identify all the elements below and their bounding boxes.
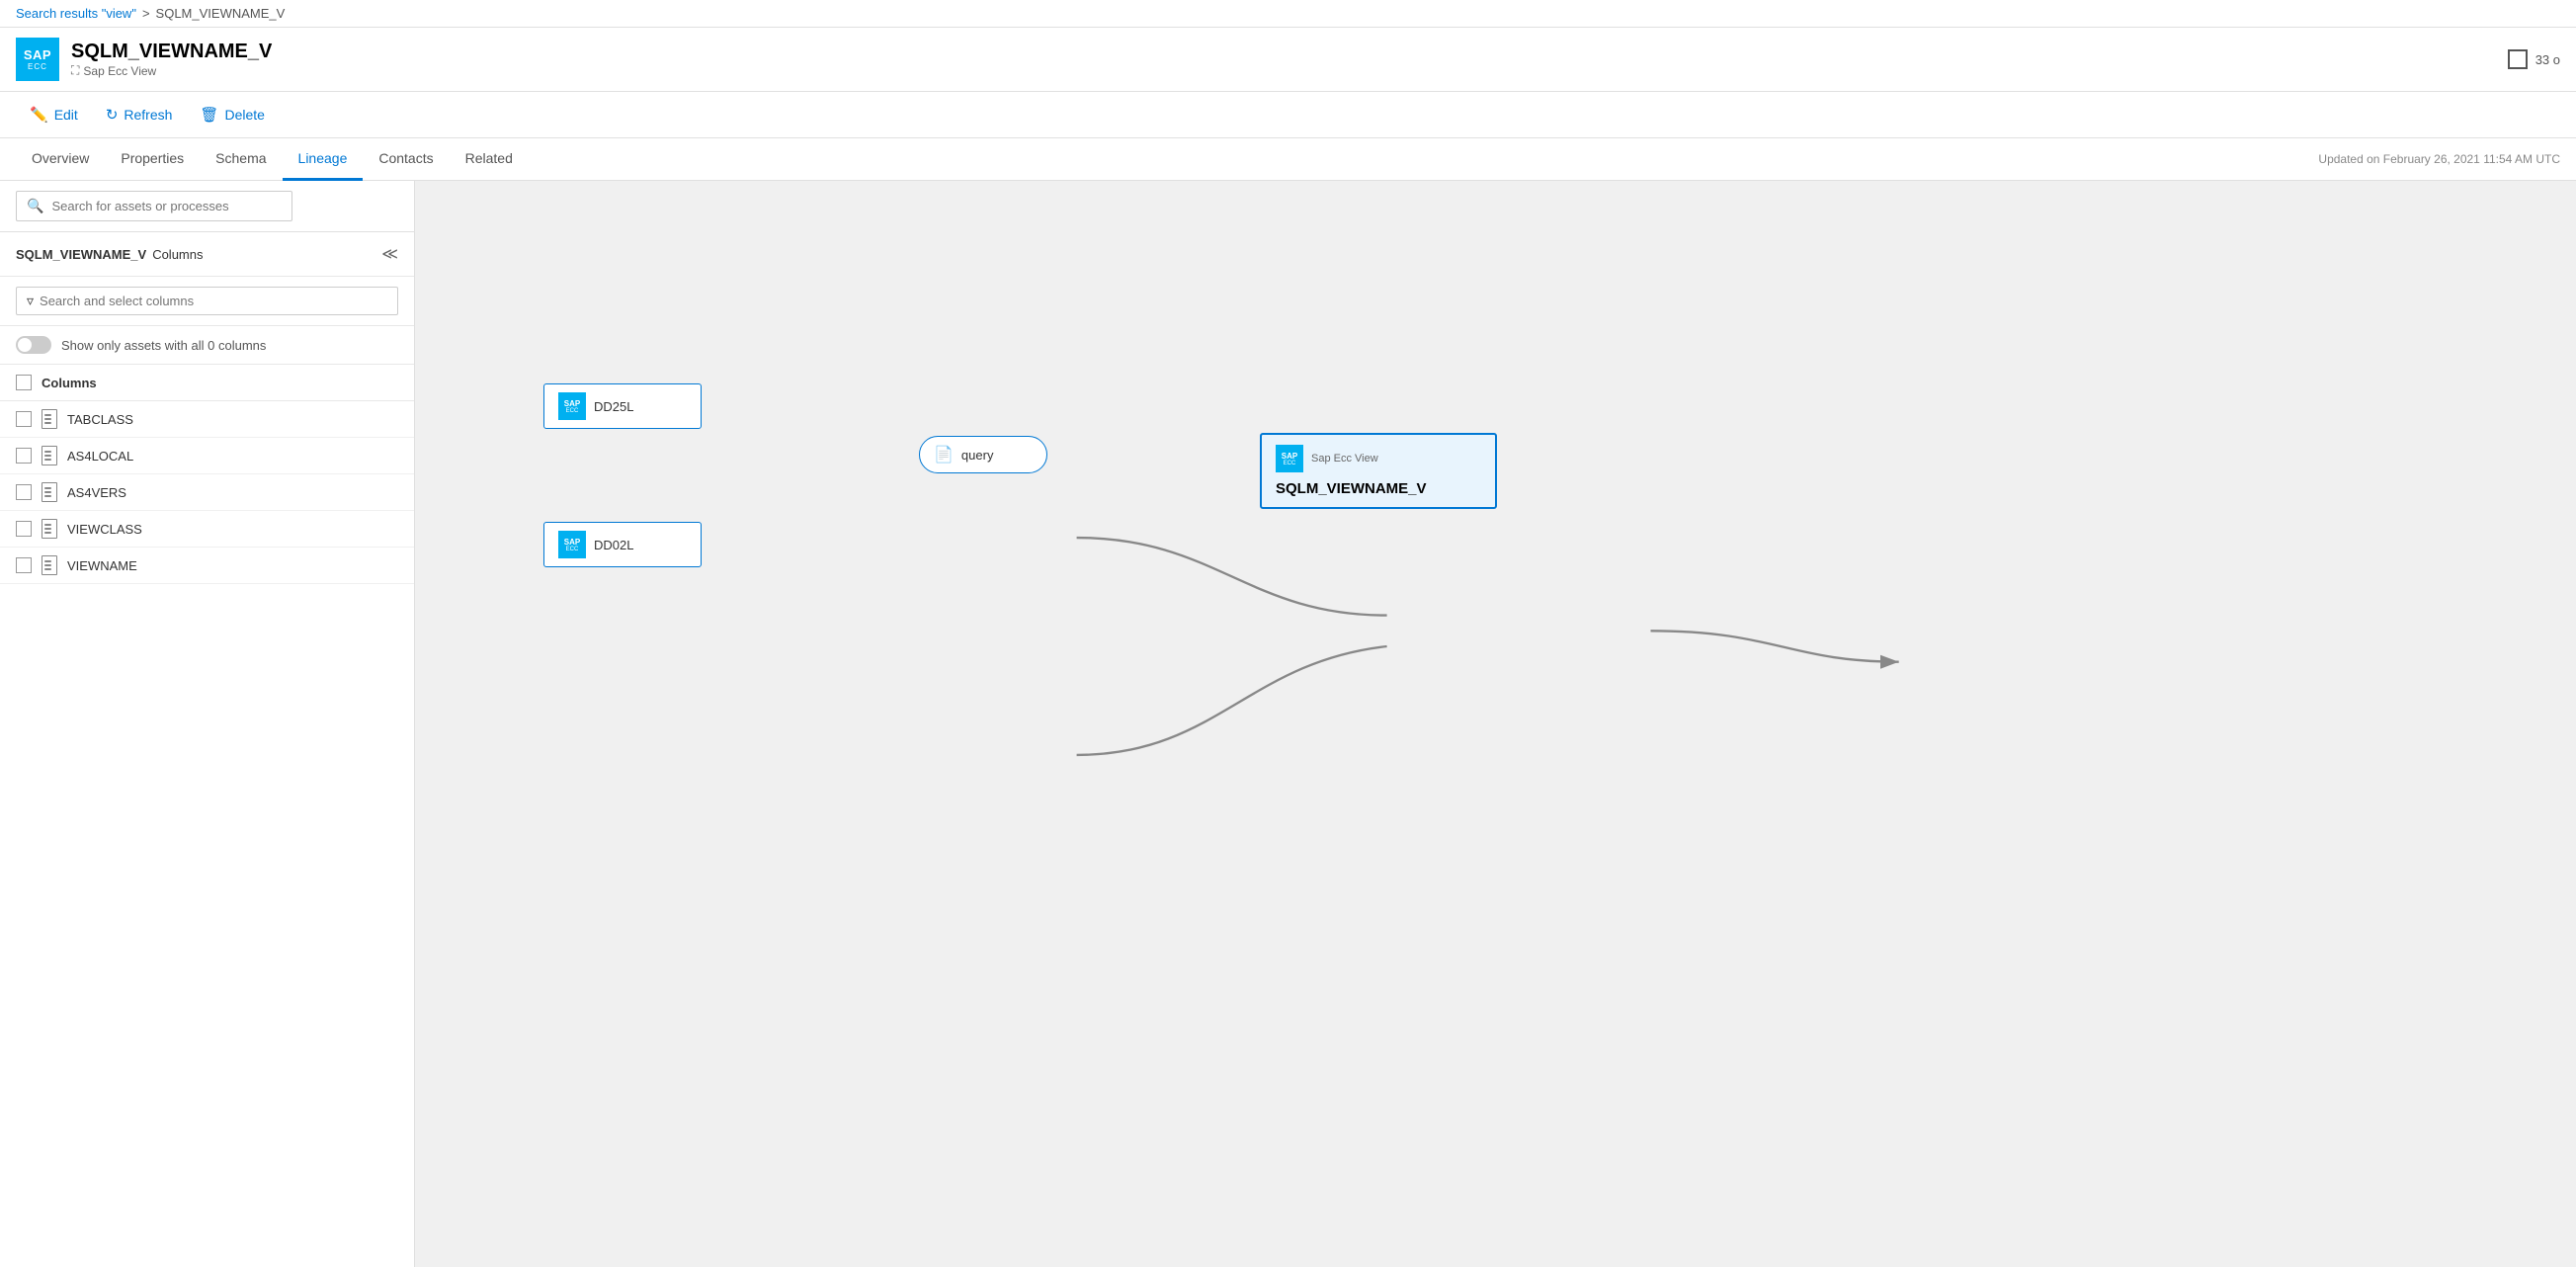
column-checkbox-as4vers[interactable] xyxy=(16,484,32,500)
column-checkbox-as4local[interactable] xyxy=(16,448,32,464)
page-subtitle: ⛶ Sap Ecc View xyxy=(71,63,272,78)
column-panel-section: Columns xyxy=(152,247,203,262)
target-sap-logo: SAP ECC xyxy=(1276,445,1303,472)
column-search-input[interactable] xyxy=(40,294,387,308)
lineage-node-dd02l[interactable]: SAP ECC DD02L xyxy=(543,522,702,567)
query-label: query xyxy=(961,448,994,463)
column-search-container: ▿ xyxy=(0,277,414,326)
column-name-viewclass: VIEWCLASS xyxy=(67,522,142,537)
column-item-viewname[interactable]: VIEWNAME xyxy=(0,548,414,584)
tab-contacts[interactable]: Contacts xyxy=(363,138,449,181)
tab-related[interactable]: Related xyxy=(450,138,529,181)
delete-button[interactable]: 🗑 Delete xyxy=(186,100,279,129)
edit-icon: ✏️ xyxy=(30,106,48,124)
edit-button[interactable]: ✏️ Edit xyxy=(16,100,92,129)
refresh-button[interactable]: ↻ Refresh xyxy=(92,100,187,129)
columns-header-label: Columns xyxy=(42,376,97,390)
column-panel-asset-name: SQLM_VIEWNAME_V xyxy=(16,247,146,262)
header-left: SAP ECC SQLM_VIEWNAME_V ⛶ Sap Ecc View xyxy=(16,38,272,81)
column-type-icon-viewclass xyxy=(42,519,57,539)
header-square-icon xyxy=(2508,49,2528,69)
breadcrumb: Search results "view" > SQLM_VIEWNAME_V xyxy=(0,0,2576,28)
breadcrumb-separator: > xyxy=(142,6,150,21)
lineage-node-dd25l[interactable]: SAP ECC DD25L xyxy=(543,383,702,429)
sap-logo-sub: ECC xyxy=(28,62,47,71)
edit-label: Edit xyxy=(54,107,78,123)
header-right: 33 o xyxy=(2508,49,2560,69)
column-search-box[interactable]: ▿ xyxy=(16,287,398,315)
column-name-as4local: AS4LOCAL xyxy=(67,449,133,464)
target-subtitle: Sap Ecc View xyxy=(1311,453,1378,465)
query-icon: 📄 xyxy=(934,445,954,465)
column-item-tabclass[interactable]: TABCLASS xyxy=(0,401,414,438)
column-checkbox-viewname[interactable] xyxy=(16,557,32,573)
select-all-checkbox[interactable] xyxy=(16,375,32,390)
updated-text: Updated on February 26, 2021 11:54 AM UT… xyxy=(2318,152,2560,166)
search-input[interactable] xyxy=(51,199,282,213)
dd02l-sap-logo: SAP ECC xyxy=(558,531,586,558)
tabs-left: Overview Properties Schema Lineage Conta… xyxy=(16,138,529,180)
breadcrumb-current: SQLM_VIEWNAME_V xyxy=(156,6,286,21)
column-panel-header: SQLM_VIEWNAME_V Columns ≪ xyxy=(0,232,414,277)
tab-overview[interactable]: Overview xyxy=(16,138,105,181)
asset-search-container: 🔍 xyxy=(0,181,414,232)
tab-lineage[interactable]: Lineage xyxy=(283,138,364,181)
subtitle-text: Sap Ecc View xyxy=(83,64,156,78)
header-badge: 33 o xyxy=(2535,52,2560,67)
breadcrumb-link[interactable]: Search results "view" xyxy=(16,6,136,21)
refresh-label: Refresh xyxy=(124,107,172,123)
page-header: SAP ECC SQLM_VIEWNAME_V ⛶ Sap Ecc View 3… xyxy=(0,28,2576,92)
column-name-as4vers: AS4VERS xyxy=(67,485,126,500)
header-title-block: SQLM_VIEWNAME_V ⛶ Sap Ecc View xyxy=(71,41,272,78)
toolbar: ✏️ Edit ↻ Refresh 🗑 Delete xyxy=(0,92,2576,138)
toggle-label: Show only assets with all 0 columns xyxy=(61,338,266,353)
sap-logo-text: SAP xyxy=(24,47,51,62)
column-item-as4vers[interactable]: AS4VERS xyxy=(0,474,414,511)
target-header: SAP ECC Sap Ecc View xyxy=(1276,445,1378,472)
lineage-node-target[interactable]: SAP ECC Sap Ecc View SQLM_VIEWNAME_V xyxy=(1260,433,1497,509)
column-name-viewname: VIEWNAME xyxy=(67,558,137,573)
lineage-arrows xyxy=(415,181,2576,1267)
toggle-row: Show only assets with all 0 columns xyxy=(0,326,414,365)
column-checkbox-tabclass[interactable] xyxy=(16,411,32,427)
tabs-bar: Overview Properties Schema Lineage Conta… xyxy=(0,138,2576,181)
column-type-icon-as4local xyxy=(42,446,57,465)
column-panel-title: SQLM_VIEWNAME_V Columns xyxy=(16,247,203,262)
toggle-switch[interactable] xyxy=(16,336,51,354)
column-item-viewclass[interactable]: VIEWCLASS xyxy=(0,511,414,548)
refresh-icon: ↻ xyxy=(106,106,119,124)
columns-list: Columns TABCLASS xyxy=(0,365,414,584)
dd25l-sap-logo: SAP ECC xyxy=(558,392,586,420)
column-item-as4local[interactable]: AS4LOCAL xyxy=(0,438,414,474)
collapse-button[interactable]: ≪ xyxy=(381,244,398,264)
subtitle-icon: ⛶ xyxy=(71,63,79,78)
lineage-node-query[interactable]: 📄 query xyxy=(919,436,1047,473)
search-icon: 🔍 xyxy=(27,198,43,214)
target-title: SQLM_VIEWNAME_V xyxy=(1276,480,1427,497)
left-panel: 🔍 SQLM_VIEWNAME_V Columns ≪ ▿ xyxy=(0,181,415,1267)
delete-label: Delete xyxy=(224,107,264,123)
column-checkbox-viewclass[interactable] xyxy=(16,521,32,537)
lineage-canvas: SAP ECC DD25L SAP ECC DD02L 📄 query SAP … xyxy=(415,181,2576,1267)
column-panel: SQLM_VIEWNAME_V Columns ≪ ▿ Show only as… xyxy=(0,232,414,1267)
delete-icon: 🗑 xyxy=(200,106,218,124)
tab-properties[interactable]: Properties xyxy=(105,138,200,181)
main-content: 🔍 SQLM_VIEWNAME_V Columns ≪ ▿ xyxy=(0,181,2576,1267)
sap-logo: SAP ECC xyxy=(16,38,59,81)
tab-schema[interactable]: Schema xyxy=(200,138,282,181)
columns-list-header: Columns xyxy=(0,365,414,401)
column-name-tabclass: TABCLASS xyxy=(67,412,133,427)
column-type-icon-as4vers xyxy=(42,482,57,502)
column-type-icon-tabclass xyxy=(42,409,57,429)
dd02l-label: DD02L xyxy=(594,538,633,552)
column-type-icon-viewname xyxy=(42,555,57,575)
asset-search-bar[interactable]: 🔍 xyxy=(16,191,292,221)
dd25l-label: DD25L xyxy=(594,399,633,414)
filter-icon: ▿ xyxy=(27,293,34,309)
page-title: SQLM_VIEWNAME_V xyxy=(71,41,272,63)
